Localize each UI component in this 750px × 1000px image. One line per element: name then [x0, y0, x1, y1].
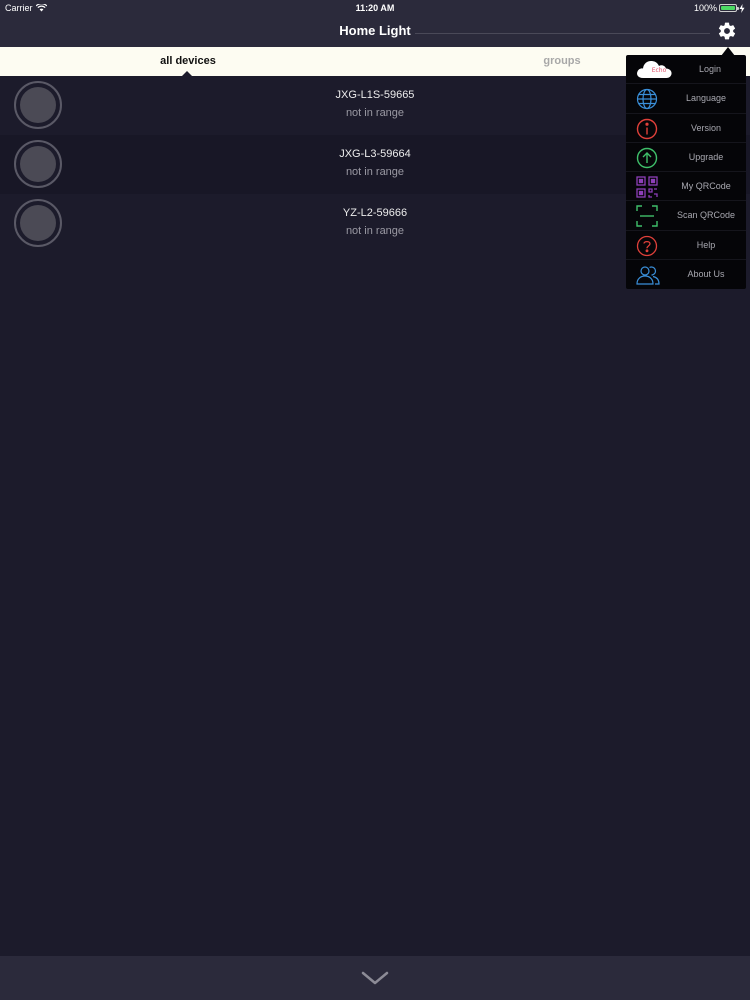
menu-label: My QRCode — [681, 181, 731, 191]
people-icon — [636, 264, 660, 286]
menu-item-version[interactable]: Version — [626, 114, 746, 143]
status-bar: Carrier 11:20 AM 100% — [0, 0, 750, 16]
cloud-logo-text: Echo — [651, 67, 667, 74]
menu-label: Help — [696, 239, 716, 250]
qrcode-icon — [636, 176, 658, 198]
menu-label: Scan QRCode — [676, 210, 736, 221]
status-time: 11:20 AM — [355, 3, 395, 13]
battery-icon — [719, 4, 739, 12]
gear-icon — [718, 22, 736, 40]
info-icon — [636, 118, 658, 140]
menu-item-upgrade[interactable]: Upgrade — [626, 143, 746, 172]
battery-fill — [721, 6, 735, 10]
help-icon — [636, 235, 658, 257]
scan-frame-icon — [636, 205, 658, 227]
menu-item-language[interactable]: Language — [626, 84, 746, 114]
nav-divider — [415, 33, 710, 34]
globe-icon — [636, 88, 658, 110]
battery-percent: 100% — [693, 3, 717, 13]
menu-item-scan-qrcode[interactable]: Scan QRCode — [626, 201, 746, 231]
charging-bolt-icon — [739, 3, 745, 13]
bottom-bar — [0, 956, 750, 1000]
menu-item-help[interactable]: Help — [626, 231, 746, 260]
menu-label: Version — [690, 122, 722, 133]
page-title: Home Light — [339, 23, 411, 38]
settings-menu: Echo Login Language Version Upgrade My Q… — [626, 55, 746, 289]
menu-label: Login — [698, 64, 722, 74]
menu-item-my-qrcode[interactable]: My QRCode — [626, 172, 746, 202]
upload-arrow-icon — [636, 147, 658, 169]
menu-label: Upgrade — [688, 151, 724, 162]
home-light-screen: Carrier 11:20 AM 100% Home Light all dev… — [0, 0, 750, 1000]
collapse-button[interactable] — [360, 968, 390, 988]
menu-label: Language — [685, 93, 727, 104]
chevron-down-icon — [361, 971, 389, 985]
battery-tip — [737, 7, 739, 10]
menu-label: About Us — [687, 268, 725, 279]
menu-item-login[interactable]: Echo Login — [626, 55, 746, 85]
menu-item-about-us[interactable]: About Us — [626, 260, 746, 289]
status-right: 100% — [694, 0, 745, 16]
cloud-logo-icon: Echo — [635, 57, 673, 81]
nav-bar: Home Light — [0, 16, 750, 47]
settings-button[interactable] — [717, 21, 737, 41]
